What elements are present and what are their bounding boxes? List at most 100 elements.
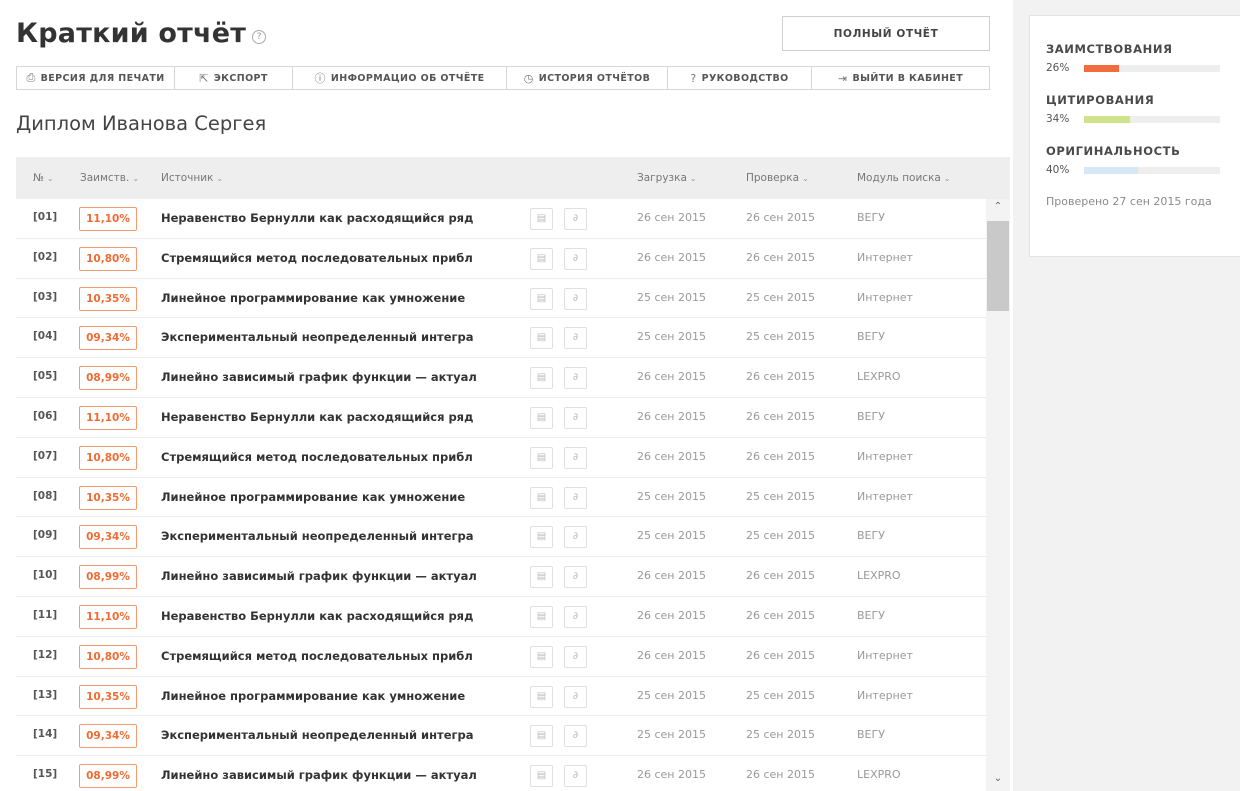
table-row[interactable]: [14] 09,34% Экспериментальный неопределенн… [16, 716, 986, 757]
print-version-button[interactable]: ⎙ ВЕРСИЯ ДЛЯ ПЕЧАТИ [17, 67, 175, 89]
document-icon[interactable]: ▤ [530, 685, 553, 708]
search-module: LEXPRO [857, 370, 901, 384]
source-title[interactable]: Стремящийся метод последовательных прибл [161, 251, 473, 265]
check-date: 26 сен 2015 [746, 211, 815, 224]
document-icon[interactable]: ▤ [530, 486, 553, 509]
table-row[interactable]: [09] 09,34% Экспериментальный неопределенн… [16, 517, 986, 558]
table-row[interactable]: [07] 10,80% Стремящийся метод последовател… [16, 438, 986, 478]
source-title[interactable]: Линейное программирование как умножение [161, 689, 465, 703]
link-icon[interactable]: ∂ [564, 208, 587, 230]
document-title: Диплом Иванова Сергея [16, 112, 267, 135]
source-title[interactable]: Линейное программирование как умножение [161, 490, 465, 504]
column-header-check[interactable]: Проверка ⌄ [746, 172, 809, 184]
table-row[interactable]: [12] 10,80% Стремящийся метод последовател… [16, 637, 986, 677]
scroll-down-icon[interactable]: ⌄ [986, 773, 1010, 789]
search-module: ВЕГУ [857, 211, 885, 224]
source-title[interactable]: Линейно зависимый график функции — актуа… [161, 768, 477, 782]
document-icon[interactable]: ▤ [530, 725, 553, 748]
source-title[interactable]: Линейное программирование как умножение [161, 291, 465, 305]
row-number: [04] [33, 330, 58, 343]
link-icon[interactable]: ∂ [564, 406, 587, 429]
report-history-button[interactable]: ◷ ИСТОРИЯ ОТЧЁТОВ [507, 67, 668, 89]
table-row[interactable]: [03] 10,35% Линейное программирование как … [16, 279, 986, 319]
document-icon[interactable]: ▤ [530, 208, 553, 230]
search-module: Интернет [857, 489, 913, 503]
source-title[interactable]: Неравенство Бернулли как расходящийся ря… [161, 211, 473, 225]
link-icon[interactable]: ∂ [564, 725, 587, 748]
source-title[interactable]: Экспериментальный неопределенный интегра [161, 529, 474, 543]
document-icon[interactable]: ▤ [530, 566, 553, 589]
column-header-module[interactable]: Модуль поиска ⌄ [857, 172, 951, 184]
check-date: 26 сен 2015 [746, 608, 815, 622]
check-date: 25 сен 2015 [746, 290, 815, 304]
report-info-button[interactable]: ⓘ ИНФОРМАЦИО ОБ ОТЧЁТЕ [293, 67, 507, 89]
table-row[interactable]: [10] 08,99% Линейно зависимый график функц… [16, 557, 986, 597]
question-circle-icon[interactable]: ? [252, 29, 267, 44]
document-icon[interactable]: ▤ [530, 446, 553, 469]
source-title[interactable]: Стремящийся метод последовательных прибл [161, 649, 473, 663]
chevron-down-icon: ⌄ [689, 174, 697, 183]
link-icon[interactable]: ∂ [564, 367, 587, 390]
scroll-thumb[interactable] [987, 221, 1009, 311]
manual-button[interactable]: ? РУКОВОДСТВО [668, 67, 812, 89]
borrow-percent-badge: 08,99% [79, 565, 137, 590]
column-header-source[interactable]: Источник ⌄ [161, 172, 223, 184]
source-title[interactable]: Неравенство Бернулли как расходящийся ря… [161, 410, 473, 424]
document-icon[interactable]: ▤ [530, 526, 553, 549]
table-row[interactable]: [02] 10,80% Стремящийся метод последовател… [16, 239, 986, 279]
link-icon[interactable]: ∂ [564, 446, 587, 469]
load-date: 26 сен 2015 [637, 608, 706, 622]
source-title[interactable]: Линейно зависимый график функции — актуа… [161, 569, 477, 583]
search-module: ВЕГУ [857, 529, 885, 543]
table-row[interactable]: [06] 11,10% Неравенство Бернулли как расхо… [16, 398, 986, 438]
link-icon[interactable]: ∂ [564, 327, 587, 350]
document-icon[interactable]: ▤ [530, 247, 553, 270]
source-title[interactable]: Экспериментальный неопределенный интегра [161, 330, 474, 344]
document-icon[interactable]: ▤ [530, 327, 553, 350]
link-icon[interactable]: ∂ [564, 765, 587, 788]
document-icon[interactable]: ▤ [530, 645, 553, 668]
source-title[interactable]: Линейно зависимый график функции — актуа… [161, 370, 477, 384]
table-row[interactable]: [15] 08,99% Линейно зависимый график функц… [16, 756, 986, 791]
link-icon[interactable]: ∂ [564, 247, 587, 270]
full-report-button[interactable]: ПОЛНЫЙ ОТЧЁТ [782, 16, 990, 51]
column-header-load[interactable]: Загрузка ⌄ [637, 172, 697, 184]
link-icon[interactable]: ∂ [564, 566, 587, 589]
document-icon[interactable]: ▤ [530, 605, 553, 628]
link-icon[interactable]: ∂ [564, 645, 587, 668]
table-row[interactable]: [13] 10,35% Линейное программирование как … [16, 677, 986, 717]
export-button[interactable]: ⇱ ЭКСПОРТ [175, 67, 293, 89]
check-date: 26 сен 2015 [746, 449, 815, 463]
borrow-percent-badge: 10,35% [79, 286, 137, 311]
scroll-up-icon[interactable]: ⌃ [986, 201, 1010, 217]
exit-to-cabinet-button[interactable]: ⇥ ВЫЙТИ В КАБИНЕТ [812, 67, 989, 89]
document-icon[interactable]: ▤ [530, 367, 553, 390]
table-row[interactable]: [01] 11,10% Неравенство Бернулли как расхо… [16, 199, 986, 239]
document-icon[interactable]: ▤ [530, 765, 553, 788]
document-icon[interactable]: ▤ [530, 406, 553, 429]
link-icon[interactable]: ∂ [564, 486, 587, 509]
link-icon[interactable]: ∂ [564, 605, 587, 628]
export-icon: ⇱ [199, 71, 209, 85]
row-number: [02] [33, 250, 58, 263]
column-header-borrow[interactable]: Заимств. ⌄ [80, 172, 139, 184]
table-row[interactable]: [05] 08,99% Линейно зависимый график функц… [16, 358, 986, 398]
link-icon[interactable]: ∂ [564, 685, 587, 708]
table-row[interactable]: [04] 09,34% Экспериментальный неопределенн… [16, 318, 986, 359]
table-scrollbar[interactable]: ⌃ ⌄ [986, 199, 1010, 791]
stat-originality: ОРИГИНАЛЬНОСТЬ 40% [1046, 144, 1240, 176]
source-title[interactable]: Стремящийся метод последовательных прибл [161, 450, 473, 464]
borrow-percent-badge: 10,80% [79, 445, 137, 470]
source-title[interactable]: Неравенство Бернулли как расходящийся ря… [161, 609, 473, 623]
borrow-percent-badge: 10,35% [79, 485, 137, 510]
search-module: Интернет [857, 688, 913, 702]
source-title[interactable]: Экспериментальный неопределенный интегра [161, 728, 474, 742]
document-icon[interactable]: ▤ [530, 287, 553, 310]
table-row[interactable]: [08] 10,35% Линейное программирование как … [16, 478, 986, 518]
column-header-num[interactable]: № ⌄ [33, 172, 54, 184]
link-icon[interactable]: ∂ [564, 287, 587, 310]
checked-date: Проверено 27 сен 2015 года [1046, 195, 1212, 208]
borrow-percent-badge: 09,34% [79, 525, 137, 550]
table-row[interactable]: [11] 11,10% Неравенство Бернулли как расхо… [16, 597, 986, 637]
link-icon[interactable]: ∂ [564, 526, 587, 549]
